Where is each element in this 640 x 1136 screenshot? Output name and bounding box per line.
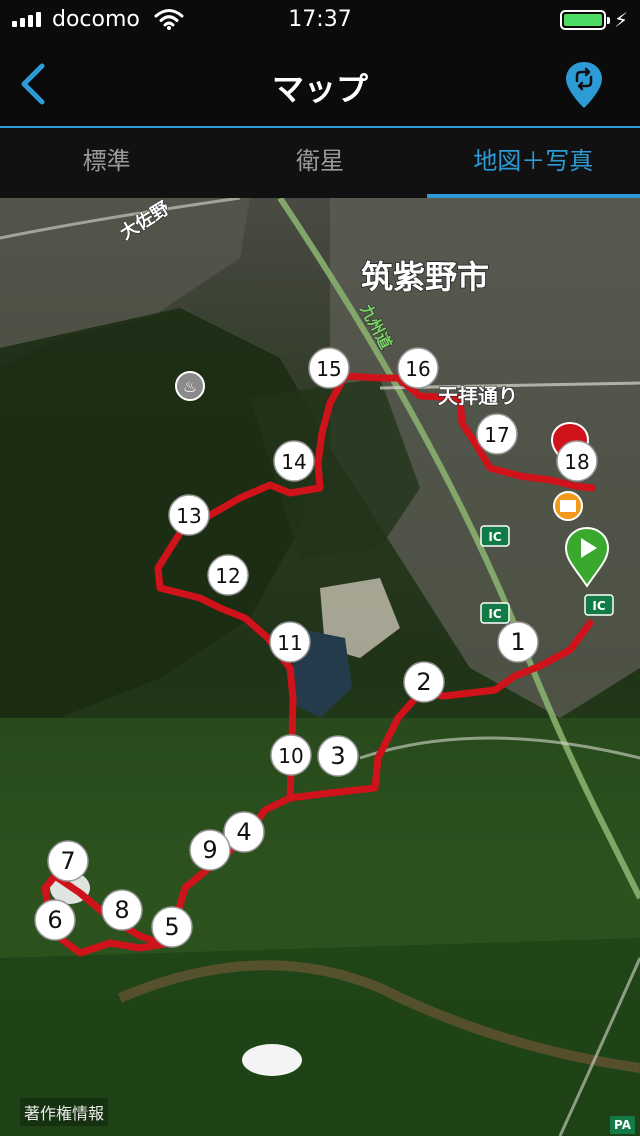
waypoint-marker-8[interactable]: 8	[101, 889, 143, 931]
waypoint-marker-9[interactable]: 9	[189, 829, 231, 871]
waypoint-number: 6	[47, 906, 62, 934]
waypoint-marker-18[interactable]: 18	[556, 440, 598, 482]
map-type-tabs: 標準 衛星 地図＋写真	[0, 128, 640, 198]
waypoint-marker-6[interactable]: 6	[34, 899, 76, 941]
waypoint-number: 3	[330, 742, 345, 770]
waypoint-number: 4	[236, 818, 251, 846]
status-time: 17:37	[288, 7, 352, 32]
ic-badge: IC	[584, 594, 614, 616]
navigation-bar: マップ	[0, 42, 640, 128]
copyright-link[interactable]: 著作権情報	[20, 1098, 109, 1126]
pa-badge: PA	[610, 1116, 635, 1134]
waypoint-number: 11	[277, 631, 302, 655]
tab-satellite[interactable]: 衛星	[213, 128, 426, 198]
svg-text:IC: IC	[592, 599, 605, 613]
page-title: マップ	[271, 70, 368, 108]
waypoint-number: 5	[164, 913, 179, 941]
waypoint-marker-3[interactable]: 3	[317, 735, 359, 777]
waypoint-number: 10	[278, 744, 303, 768]
svg-text:IC: IC	[488, 607, 501, 621]
waypoint-marker-7[interactable]: 7	[47, 840, 89, 882]
waypoint-number: 7	[60, 847, 75, 875]
waypoint-number: 15	[316, 357, 341, 381]
waypoint-number: 12	[215, 564, 240, 588]
route-map[interactable]: IC IC IC 筑紫野市 天拝通り 九州道 大佐野 ♨ 1 2 3 4 5 6…	[0, 198, 640, 1136]
waypoint-marker-11[interactable]: 11	[269, 621, 311, 663]
city-label: 筑紫野市	[361, 258, 489, 296]
ic-badge: IC	[480, 525, 510, 547]
waypoint-number: 17	[484, 423, 509, 447]
onsen-icon: ♨	[175, 371, 205, 401]
route-pin-icon[interactable]	[564, 60, 604, 110]
waypoint-marker-12[interactable]: 12	[207, 554, 249, 596]
waypoint-marker-14[interactable]: 14	[273, 440, 315, 482]
svg-text:♨: ♨	[183, 377, 197, 396]
battery-icon	[560, 10, 610, 30]
waypoint-marker-5[interactable]: 5	[151, 906, 193, 948]
waypoint-number: 13	[176, 504, 201, 528]
tab-standard[interactable]: 標準	[0, 128, 213, 198]
post-office-icon	[553, 491, 583, 521]
waypoint-number: 16	[405, 357, 430, 381]
waypoint-number: 9	[202, 836, 217, 864]
waypoint-marker-15[interactable]: 15	[308, 347, 350, 389]
waypoint-marker-1[interactable]: 1	[497, 621, 539, 663]
waypoint-number: 2	[416, 668, 431, 696]
waypoint-marker-17[interactable]: 17	[476, 413, 518, 455]
waypoint-number: 14	[281, 450, 306, 474]
svg-text:IC: IC	[488, 530, 501, 544]
ic-badge: IC	[480, 602, 510, 624]
satellite-map-image: IC IC IC 筑紫野市 天拝通り 九州道 大佐野 ♨ 12345678910…	[0, 198, 640, 1136]
waypoint-marker-13[interactable]: 13	[168, 494, 210, 536]
road-label-tenpai: 天拝通り	[438, 384, 518, 408]
charging-icon: ⚡	[614, 8, 629, 32]
waypoint-marker-10[interactable]: 10	[270, 734, 312, 776]
waypoint-number: 8	[114, 896, 129, 924]
waypoint-number: 18	[564, 450, 589, 474]
status-bar: docomo 17:37 ⚡	[0, 0, 640, 42]
waypoint-marker-2[interactable]: 2	[403, 661, 445, 703]
waypoint-marker-16[interactable]: 16	[397, 347, 439, 389]
tab-map-photo[interactable]: 地図＋写真	[426, 128, 640, 198]
waypoint-number: 1	[510, 628, 525, 656]
